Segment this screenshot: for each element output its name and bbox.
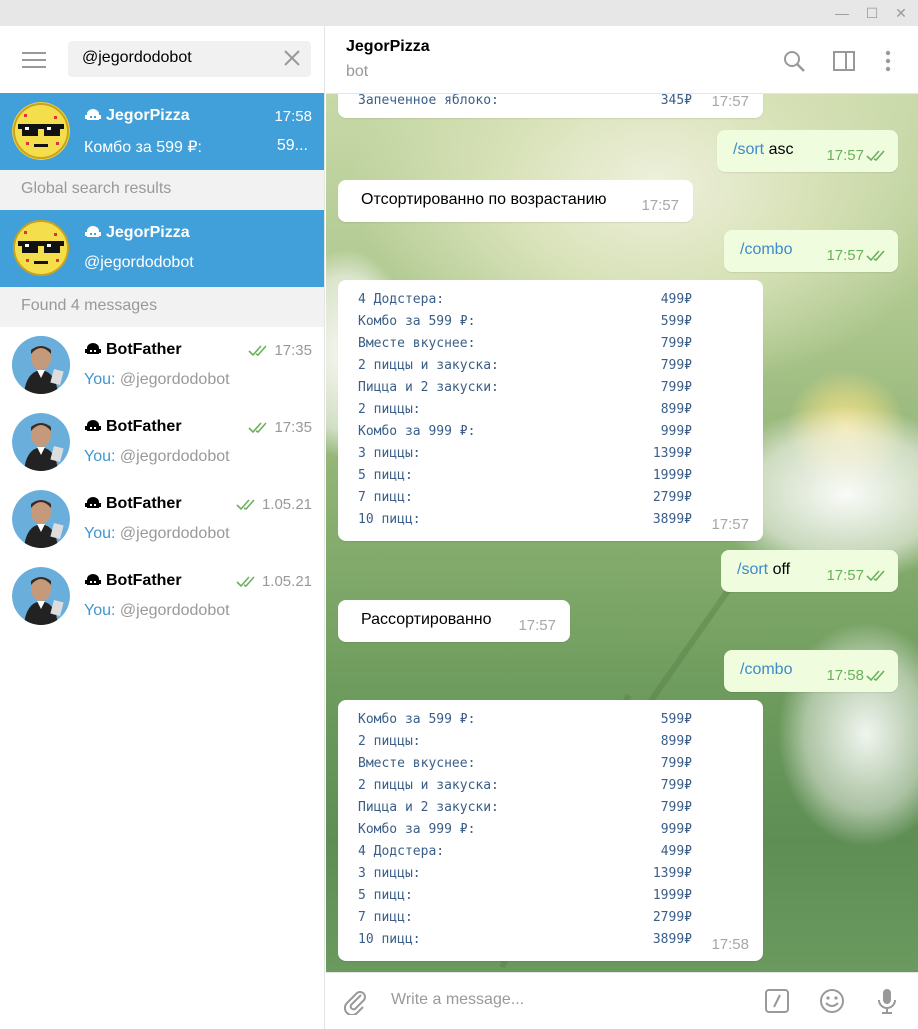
close-window-button[interactable]: ✕ (889, 3, 913, 23)
message-preview: You: @jegordodobot (84, 602, 230, 619)
message-bubble-out: /combo 17:57 (724, 230, 898, 272)
search-icon[interactable] (781, 48, 807, 74)
message-bubble-in: Рассортированно 17:57 (338, 600, 570, 642)
avatar (12, 413, 70, 471)
avatar (12, 219, 70, 277)
found-message-row[interactable]: BotFather 1.05.21 You: @jegordodobot (0, 558, 324, 635)
result-username: @jegordodobot (84, 254, 194, 271)
double-check-icon (866, 670, 885, 682)
message-bubble-in: Запеченное яблоко: 345₽ 17:57 (338, 94, 763, 118)
chat-panel: Запеченное яблоко: 345₽ 17:57 /sort asc 1… (326, 26, 918, 1029)
double-check-icon (866, 250, 885, 262)
chat-title: JegorPizza (84, 107, 190, 125)
left-panel: @jegordodobot JegorPizza 17:58 Комбо за … (0, 26, 325, 1029)
search-input[interactable]: @jegordodobot (82, 49, 192, 67)
chat-header: JegorPizza bot (326, 26, 918, 94)
found-message-row[interactable]: BotFather 1.05.21 You: @jegordodobot (0, 481, 324, 558)
message-time: 17:35 (248, 419, 312, 436)
double-check-icon (248, 344, 268, 356)
message-bubble-out: /sort asc 17:57 (717, 130, 898, 172)
search-box[interactable]: @jegordodobot (68, 41, 311, 77)
bot-icon (85, 343, 101, 354)
mic-icon[interactable] (873, 987, 901, 1015)
message-bubble-in: Комбо за 599 ₽: 599₽ 2 пиццы: 899₽ Вместе … (338, 700, 763, 961)
bot-icon (85, 420, 101, 431)
message-bubble-in: 4 Додстера: 499₽ Комбо за 599 ₽: 599₽ Вмес… (338, 280, 763, 541)
global-result-jegorpizza[interactable]: JegorPizza @jegordodobot (0, 210, 324, 287)
double-check-icon (866, 150, 885, 162)
attach-icon[interactable] (342, 987, 368, 1015)
double-check-icon (236, 498, 255, 510)
message-time: 17:35 (248, 342, 312, 359)
chat-background: Запеченное яблоко: 345₽ 17:57 /sort asc 1… (326, 94, 918, 972)
maximize-button[interactable]: ☐ (860, 3, 884, 23)
bot-icon (85, 497, 101, 508)
bot-icon (85, 109, 101, 120)
message-time: 1.05.21 (236, 573, 312, 590)
minimize-button[interactable]: — (830, 3, 854, 23)
window-titlebar: — ☐ ✕ (0, 0, 918, 26)
sidebar-icon[interactable] (831, 48, 857, 74)
found-message-row[interactable]: BotFather 17:35 You: @jegordodobot (0, 404, 324, 481)
message-bubble-out: /sort off 17:57 (721, 550, 898, 592)
command-link[interactable]: /combo (740, 661, 792, 678)
emoji-icon[interactable] (818, 987, 846, 1015)
command-link[interactable]: /sort (737, 561, 768, 578)
more-icon[interactable] (875, 48, 901, 74)
avatar (12, 490, 70, 548)
message-time: 1.05.21 (236, 496, 312, 513)
section-global-search: Global search results (0, 170, 324, 210)
message-preview: You: @jegordodobot (84, 448, 230, 465)
double-check-icon (248, 421, 268, 433)
avatar (12, 102, 70, 160)
message-chat-title: BotFather (84, 418, 182, 436)
avatar (12, 336, 70, 394)
bot-icon (85, 574, 101, 585)
chat-title[interactable]: JegorPizza (346, 38, 430, 56)
message-chat-title: BotFather (84, 572, 182, 590)
clear-icon[interactable] (281, 47, 303, 69)
command-link[interactable]: /combo (740, 241, 792, 258)
command-icon[interactable] (763, 987, 791, 1015)
message-input-bar: Write a message... (326, 972, 918, 1029)
result-title: JegorPizza (84, 224, 190, 242)
command-link[interactable]: /sort (733, 141, 764, 158)
message-preview: You: @jegordodobot (84, 371, 230, 388)
chat-last-message: Комбо за 599 ₽: (84, 139, 202, 156)
double-check-icon (866, 570, 885, 582)
message-input[interactable]: Write a message... (391, 991, 524, 1009)
avatar (12, 567, 70, 625)
chat-row-jegorpizza[interactable]: JegorPizza 17:58 Комбо за 599 ₽: 59... (0, 93, 324, 170)
message-chat-title: BotFather (84, 495, 182, 513)
message-bubble-in: Отсортированно по возрастанию 17:57 (338, 180, 693, 222)
bot-icon (85, 226, 101, 237)
found-message-row[interactable]: BotFather 17:35 You: @jegordodobot (0, 327, 324, 404)
chat-time: 17:58 (274, 108, 312, 125)
chat-status: bot (346, 63, 369, 80)
section-found-messages: Found 4 messages (0, 287, 324, 327)
message-preview: You: @jegordodobot (84, 525, 230, 542)
menu-icon[interactable] (22, 52, 46, 70)
message-bubble-out: /combo 17:58 (724, 650, 898, 692)
chat-last-message-tail: 59... (276, 137, 308, 154)
message-chat-title: BotFather (84, 341, 182, 359)
double-check-icon (236, 575, 255, 587)
